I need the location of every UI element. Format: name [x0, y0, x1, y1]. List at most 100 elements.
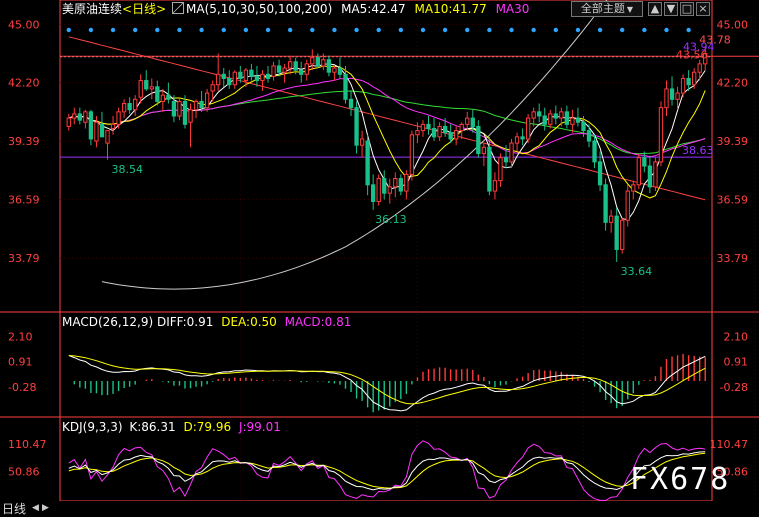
candle-body	[371, 184, 376, 202]
event-marker	[287, 27, 293, 33]
candle-body	[343, 73, 348, 100]
candle-body	[166, 94, 171, 100]
theme-button[interactable]: 全部主题 ▼	[571, 1, 643, 17]
kdj-d-line	[68, 452, 706, 489]
event-marker	[575, 27, 581, 33]
candle-body	[459, 123, 464, 132]
event-marker	[177, 27, 182, 33]
watermark: FX678	[630, 462, 731, 497]
restore-icon[interactable]: □	[680, 2, 694, 16]
candle-body	[276, 65, 282, 73]
event-marker	[155, 27, 160, 33]
candle-body	[564, 111, 570, 125]
candle-body	[282, 67, 287, 73]
candle-body	[581, 121, 586, 132]
candle-body	[293, 61, 298, 71]
price-tick-label-right: 33.79	[717, 252, 749, 265]
candle-body	[393, 178, 398, 188]
candle-body	[620, 219, 625, 250]
tab-arrow-icon[interactable]: ◀	[32, 503, 39, 513]
close-icon[interactable]: ×	[696, 2, 710, 16]
candle-body	[465, 117, 470, 125]
tab-daily[interactable]: 日线	[2, 501, 26, 517]
candle-body	[625, 190, 630, 221]
bottom-tab-bar: 日线 ◀ ▶	[0, 501, 759, 517]
candle-body	[249, 69, 254, 77]
kdj-tick-label-left: 50.86	[8, 466, 40, 479]
candle-body	[442, 125, 448, 134]
kdj-k-line	[68, 451, 706, 491]
candle-body	[608, 215, 614, 223]
candle-body	[72, 113, 77, 119]
ma10-value: MA10:41.77	[414, 2, 487, 16]
event-marker	[465, 27, 470, 33]
event-marker	[597, 27, 603, 33]
chevron-down-icon: ▼	[626, 5, 634, 14]
candle-body	[520, 136, 525, 140]
event-marker	[66, 27, 71, 33]
candle-body	[437, 125, 442, 138]
candle-body	[221, 73, 226, 79]
event-marker	[442, 27, 448, 33]
candle-body	[227, 77, 232, 86]
event-marker	[243, 27, 249, 33]
candle-body	[243, 69, 249, 82]
event-marker	[332, 27, 337, 33]
ma200-line	[68, 36, 706, 201]
candle-body	[537, 111, 542, 117]
candle-body	[415, 130, 420, 136]
macd-params-label: MACD(26,12,9)	[62, 315, 154, 329]
price-tick-label-left: 36.59	[8, 194, 40, 207]
candle-body	[177, 100, 182, 117]
macd-tick-label-left: 0.91	[8, 356, 33, 369]
candle-body	[470, 117, 475, 127]
candle-body	[636, 157, 641, 186]
candle-body	[144, 80, 149, 90]
candle-body	[669, 88, 675, 100]
candle-body	[658, 107, 664, 163]
candle-body	[271, 65, 276, 77]
candle-body	[359, 138, 365, 146]
candle-body	[431, 128, 437, 138]
event-marker	[376, 27, 381, 33]
kdj-tick-label-left: 110.47	[8, 438, 47, 451]
candle-body	[492, 180, 498, 192]
macd-dea-line	[68, 355, 706, 405]
kdj-j-line	[68, 440, 706, 501]
candle-body	[653, 161, 658, 188]
price-tick-label-left: 39.39	[8, 135, 40, 148]
event-marker	[509, 27, 514, 33]
period-label[interactable]: <日线>	[122, 2, 166, 16]
event-marker	[110, 27, 116, 33]
ma5-value: MA5:42.47	[341, 2, 406, 16]
candle-body	[575, 117, 581, 123]
candle-body	[420, 123, 426, 132]
low-annotation: 36.13	[375, 213, 407, 226]
up-icon[interactable]: ▲	[648, 2, 662, 16]
candle-body	[592, 140, 597, 163]
tab-arrow-icon[interactable]: ▶	[42, 503, 49, 513]
event-marker	[553, 27, 559, 33]
candle-body	[299, 69, 304, 75]
symbol-label: 美原油连续	[62, 2, 123, 16]
candle-body	[310, 57, 315, 65]
candle-body	[487, 146, 492, 192]
ma-settings-icon[interactable]	[172, 2, 184, 14]
candle-body	[642, 157, 647, 167]
kdj-k-value: K:86.31	[129, 420, 176, 434]
candle-body	[454, 130, 459, 140]
event-marker	[642, 27, 647, 33]
candle-body	[88, 111, 94, 140]
event-marker	[531, 27, 536, 33]
candle-body	[116, 111, 121, 125]
candle-body	[514, 136, 520, 144]
macd-diff-value: DIFF:0.91	[156, 315, 214, 329]
down-icon[interactable]: ▼	[664, 2, 678, 16]
ma-legend: MA(5,10,30,50,100,200) MA5:42.47 MA10:41…	[172, 1, 529, 17]
macd-tick-label-left: 2.10	[8, 330, 33, 343]
candle-body	[365, 140, 370, 186]
macd-macd-value: MACD:0.81	[284, 315, 352, 329]
event-marker	[132, 27, 138, 33]
candle-body	[265, 73, 271, 79]
price-chart[interactable]: 45.00 45.00 42.20 42.20 39.39 39.39 36.59 36.59…	[0, 0, 759, 517]
